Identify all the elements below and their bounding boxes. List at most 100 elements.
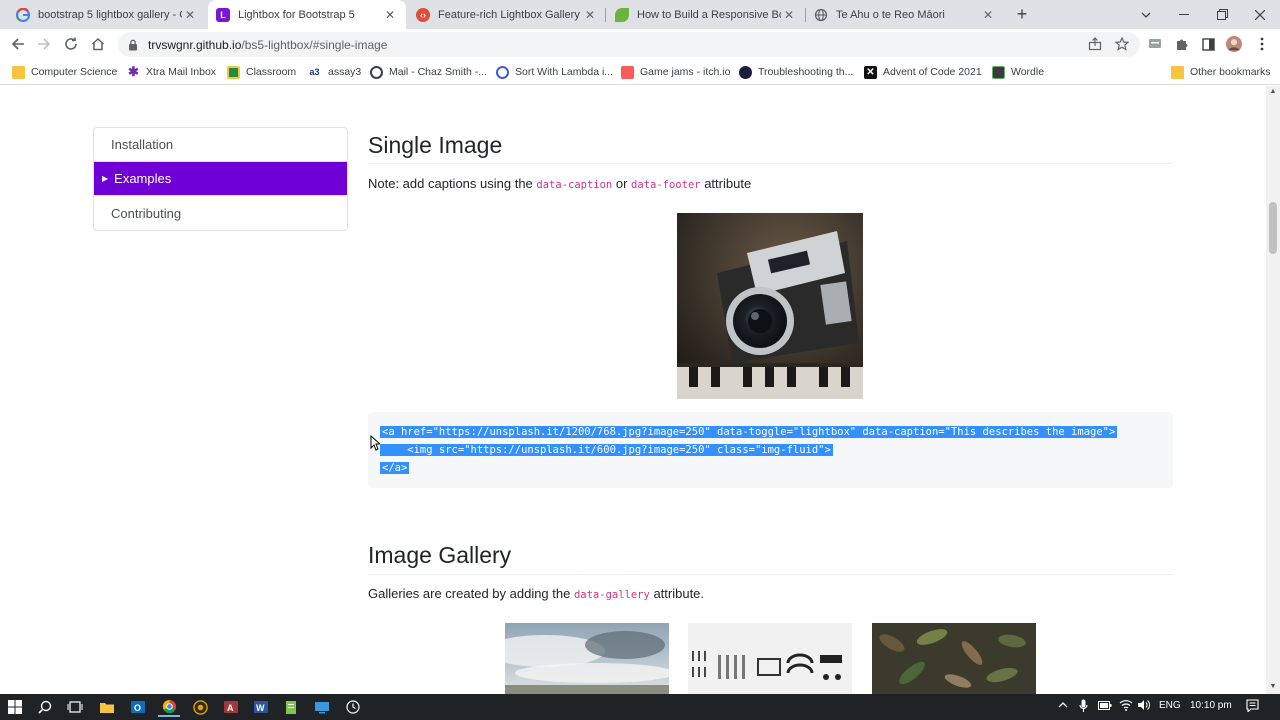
notifications-button[interactable] xyxy=(1246,699,1259,715)
minimize-button[interactable] xyxy=(1164,0,1204,29)
taskbar-file-explorer[interactable] xyxy=(96,697,118,717)
new-tab-button[interactable]: + xyxy=(1012,4,1032,24)
close-icon[interactable]: ✕ xyxy=(980,8,996,22)
divider xyxy=(368,163,1173,164)
sidebar-item-installation[interactable]: Installation xyxy=(94,128,347,162)
star-icon xyxy=(1115,37,1129,51)
extension-button[interactable] xyxy=(1147,36,1163,52)
task-view-icon xyxy=(67,701,83,713)
bookmark-wordle[interactable]: Wordle xyxy=(992,64,1044,80)
bookmark-classroom[interactable]: Classroom xyxy=(227,64,296,80)
close-icon[interactable]: ✕ xyxy=(582,8,598,22)
start-button[interactable] xyxy=(4,697,26,717)
windows-taskbar: O A W ENG 10:10 pm xyxy=(0,694,1280,720)
taskbar-app-circle[interactable] xyxy=(189,697,211,717)
volume-button[interactable] xyxy=(1137,699,1150,714)
folder-icon xyxy=(12,65,25,79)
close-window-button[interactable] xyxy=(1240,0,1280,29)
restore-button[interactable] xyxy=(1202,0,1242,29)
sidebar-item-examples[interactable]: ▶ Examples xyxy=(94,162,347,196)
share-button[interactable] xyxy=(1087,36,1103,52)
tab-responsive-bootstrap[interactable]: How to Build a Responsive Boots ✕ xyxy=(607,0,805,29)
close-icon xyxy=(1255,9,1265,20)
tab-te-ahu[interactable]: Te Ahu o te Reo Māori ✕ xyxy=(806,0,1004,29)
page-scrollbar[interactable]: ▲ ▼ xyxy=(1266,86,1280,694)
note-text: Note: add captions using the xyxy=(368,176,537,191)
svg-text:W: W xyxy=(256,703,265,713)
code-snippet[interactable]: <a href="https://unsplash.it/1200/768.jp… xyxy=(368,412,1173,488)
taskbar-app-clock[interactable] xyxy=(342,697,364,717)
search-button[interactable] xyxy=(34,697,56,717)
code-line: <a href="https://unsplash.it/1200/768.jp… xyxy=(380,424,1118,440)
address-bar[interactable]: trvswgnr.github.io/bs5-lightbox/#single-… xyxy=(118,32,1140,57)
windows-logo-icon xyxy=(8,700,22,714)
tab-lightbox-bootstrap[interactable]: L Lightbox for Bootstrap 5 ✕ xyxy=(208,0,406,29)
input-language[interactable]: ENG xyxy=(1159,700,1181,711)
close-icon[interactable]: ✕ xyxy=(781,8,797,22)
bookmark-game-jams[interactable]: Game jams - itch.io xyxy=(621,64,730,80)
bookmark-label: Other bookmarks xyxy=(1190,66,1271,78)
bookmark-computer-science[interactable]: Computer Science xyxy=(12,64,117,80)
taskbar-access[interactable]: A xyxy=(220,697,242,717)
steam-icon xyxy=(739,65,752,79)
google-icon xyxy=(16,7,30,22)
camera-image-thumbnail[interactable] xyxy=(677,213,863,399)
side-panel-button[interactable] xyxy=(1200,36,1216,52)
extension-card-icon xyxy=(1149,39,1161,48)
tab-google-search[interactable]: bootstrap 5 lightbox gallery - Go ✕ xyxy=(8,0,206,29)
notepad-icon xyxy=(286,700,296,714)
bookmark-star-button[interactable] xyxy=(1114,36,1130,52)
extensions-button[interactable] xyxy=(1174,36,1190,52)
bookmark-sort-lambda[interactable]: Sort With Lambda i... xyxy=(496,64,613,80)
menu-button[interactable] xyxy=(1254,36,1270,52)
tab-title: How to Build a Responsive Boots xyxy=(637,8,781,21)
app-circle-icon xyxy=(192,699,208,715)
back-button[interactable] xyxy=(8,34,28,54)
gallery-image-objects[interactable] xyxy=(688,623,852,694)
wifi-button[interactable] xyxy=(1119,699,1133,714)
forward-button[interactable] xyxy=(34,34,54,54)
bookmark-xtra-mail[interactable]: ✱ Xtra Mail Inbox xyxy=(127,64,216,80)
tab-search-button[interactable] xyxy=(1126,0,1166,29)
scrollbar-thumb[interactable] xyxy=(1269,202,1277,254)
close-icon[interactable]: ✕ xyxy=(382,8,398,22)
taskbar-chrome[interactable] xyxy=(158,697,180,717)
browser-toolbar: trvswgnr.github.io/bs5-lightbox/#single-… xyxy=(0,29,1280,59)
clock[interactable]: 10:10 pm xyxy=(1190,700,1232,711)
profile-button[interactable] xyxy=(1226,36,1242,52)
taskbar-app-screen[interactable] xyxy=(311,697,333,717)
task-view-button[interactable] xyxy=(64,697,86,717)
single-image-note: Note: add captions using the data-captio… xyxy=(368,176,751,191)
bookmark-other[interactable]: Other bookmarks xyxy=(1171,64,1271,80)
arrow-left-icon xyxy=(11,38,24,50)
caret-right-icon: ▶ xyxy=(102,174,109,183)
tab-title: bootstrap 5 lightbox gallery - Go xyxy=(38,8,182,21)
scroll-down-arrow-icon[interactable]: ▼ xyxy=(1269,683,1277,691)
home-button[interactable] xyxy=(88,34,108,54)
sidebar-item-label: Installation xyxy=(111,137,174,152)
reload-button[interactable] xyxy=(61,34,81,54)
taskbar-outlook[interactable]: O xyxy=(127,697,149,717)
bookmark-troubleshooting[interactable]: Troubleshooting th... xyxy=(739,64,853,80)
close-icon[interactable]: ✕ xyxy=(182,8,198,22)
tab-feature-rich[interactable]: ‹› Feature-rich Lightbox Gallery Bas ✕ xyxy=(408,0,606,29)
microphone-button[interactable] xyxy=(1079,699,1088,716)
bookmark-label: Classroom xyxy=(246,66,297,78)
scroll-up-arrow-icon[interactable]: ▲ xyxy=(1269,88,1277,96)
taskbar-notepad[interactable] xyxy=(280,697,302,717)
gallery-image-leaves[interactable] xyxy=(872,623,1036,694)
tab-title: Te Ahu o te Reo Māori xyxy=(836,8,945,21)
sidebar-item-contributing[interactable]: Contributing xyxy=(94,196,347,230)
access-icon: A xyxy=(224,701,238,713)
bookmark-mail-chaz[interactable]: Mail - Chaz Smith -... xyxy=(370,64,487,80)
note-text: or xyxy=(612,176,632,191)
inline-code: data-footer xyxy=(631,179,701,191)
gallery-image-sky[interactable] xyxy=(505,623,669,694)
battery-button[interactable] xyxy=(1098,701,1112,713)
bookmark-assay3[interactable]: a3 assay3 xyxy=(307,64,361,80)
taskbar-word[interactable]: W xyxy=(250,697,272,717)
bookmark-label: Game jams - itch.io xyxy=(640,66,731,78)
show-hidden-icons-button[interactable] xyxy=(1058,700,1068,711)
image-gallery-heading: Image Gallery xyxy=(368,542,512,568)
bookmark-advent-of-code[interactable]: ✕ Advent of Code 2021 xyxy=(864,64,982,80)
